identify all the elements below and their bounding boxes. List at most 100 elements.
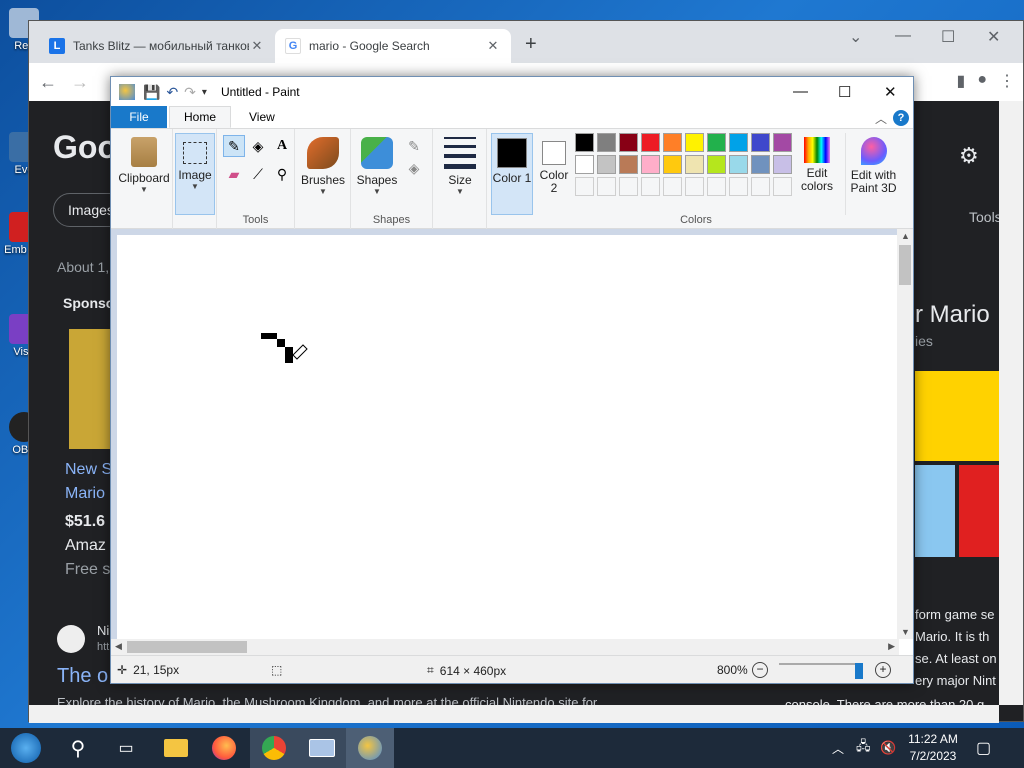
palette-swatch[interactable] <box>707 155 726 174</box>
custom-color-slot[interactable] <box>729 177 748 196</box>
chrome-vertical-scrollbar[interactable] <box>999 101 1023 705</box>
start-button[interactable] <box>2 728 50 768</box>
palette-swatch[interactable] <box>685 155 704 174</box>
scroll-down-icon[interactable]: ▼ <box>901 627 910 637</box>
network-icon[interactable]: 🖧 <box>856 728 871 768</box>
shapes-button[interactable]: Shapes ▼ <box>353 133 401 215</box>
scroll-thumb[interactable] <box>899 245 911 285</box>
back-arrow-icon[interactable]: ← <box>39 72 57 93</box>
mario-game-image[interactable] <box>915 465 955 557</box>
zoom-in-icon[interactable]: + <box>875 662 891 678</box>
paint-taskbar-button[interactable] <box>346 728 394 768</box>
magnifier-icon[interactable]: ⚲ <box>271 163 293 185</box>
chrome-horizontal-scrollbar[interactable] <box>29 705 999 723</box>
palette-swatch[interactable] <box>663 155 682 174</box>
tab-view[interactable]: View <box>235 106 289 128</box>
custom-color-slot[interactable] <box>685 177 704 196</box>
clipboard-button[interactable]: Clipboard ▼ <box>117 133 171 215</box>
show-hidden-icons[interactable]: ︿ <box>832 728 844 768</box>
product-image[interactable] <box>69 329 111 449</box>
clock[interactable]: 11:22 AM 7/2/2023 <box>900 731 966 765</box>
product-title[interactable]: New S <box>65 461 112 479</box>
maximize-icon[interactable]: ☐ <box>838 83 851 101</box>
chrome-tab-google-search[interactable]: G mario - Google Search ✕ <box>275 29 511 63</box>
zoom-slider-track[interactable] <box>779 663 861 665</box>
close-window-icon[interactable]: ✕ <box>884 83 897 101</box>
drawing-canvas[interactable] <box>117 235 899 639</box>
tab-search-icon[interactable]: ⌄ <box>849 27 862 47</box>
minimize-icon[interactable]: — <box>793 83 808 100</box>
keyboard-app-button[interactable] <box>298 728 346 768</box>
edit-colors-button[interactable]: Edit colors <box>795 133 839 215</box>
custom-color-slot[interactable] <box>597 177 616 196</box>
brushes-button[interactable]: Brushes ▼ <box>297 133 349 215</box>
forward-arrow-icon[interactable]: → <box>71 72 89 93</box>
palette-swatch[interactable] <box>641 155 660 174</box>
tab-home[interactable]: Home <box>169 106 232 128</box>
mario-logo-image[interactable] <box>915 371 999 461</box>
maximize-icon[interactable]: ☐ <box>941 27 955 47</box>
scroll-up-icon[interactable]: ▲ <box>901 231 910 241</box>
menu-dots-icon[interactable]: ⋮ <box>999 71 1015 91</box>
mario-face-image[interactable] <box>959 465 999 557</box>
redo-icon[interactable]: ↷ <box>184 84 196 101</box>
palette-swatch[interactable] <box>575 133 594 152</box>
fill-icon[interactable]: ◈ <box>403 157 425 179</box>
firefox-button[interactable] <box>200 728 248 768</box>
file-explorer-button[interactable] <box>152 728 200 768</box>
close-window-icon[interactable]: ✕ <box>987 27 1000 47</box>
settings-gear-icon[interactable]: ⚙ <box>959 143 979 169</box>
custom-color-slot[interactable] <box>773 177 792 196</box>
palette-swatch[interactable] <box>575 155 594 174</box>
tab-file[interactable]: File <box>111 106 167 128</box>
color1-button[interactable]: Color 1 <box>491 133 533 215</box>
undo-icon[interactable]: ↶ <box>166 84 178 101</box>
help-icon[interactable]: ? <box>893 110 909 126</box>
palette-swatch[interactable] <box>619 155 638 174</box>
result-title[interactable]: The o <box>57 665 108 688</box>
palette-swatch[interactable] <box>707 133 726 152</box>
chrome-tab-tanks-blitz[interactable]: L Tanks Blitz — мобильный танков ✕ <box>39 29 275 63</box>
custom-color-slot[interactable] <box>641 177 660 196</box>
canvas-horizontal-scrollbar[interactable]: ◀ ▶ <box>111 639 899 655</box>
custom-color-slot[interactable] <box>619 177 638 196</box>
palette-swatch[interactable] <box>663 133 682 152</box>
product-title-2[interactable]: Mario <box>65 485 105 503</box>
tools-button[interactable]: Tools <box>969 209 1002 225</box>
edit-paint3d-button[interactable]: Edit with Paint 3D <box>845 133 901 215</box>
palette-swatch[interactable] <box>597 155 616 174</box>
outline-icon[interactable]: ✎ <box>403 135 425 157</box>
palette-swatch[interactable] <box>597 133 616 152</box>
canvas-vertical-scrollbar[interactable]: ▲ ▼ <box>897 229 913 639</box>
palette-swatch[interactable] <box>751 155 770 174</box>
palette-swatch[interactable] <box>729 155 748 174</box>
custom-color-slot[interactable] <box>707 177 726 196</box>
size-button[interactable]: Size ▼ <box>435 133 485 215</box>
side-panel-icon[interactable]: ▮ <box>957 71 966 91</box>
zoom-out-icon[interactable]: − <box>752 662 768 678</box>
google-logo[interactable]: Goo <box>53 129 117 166</box>
custom-color-slot[interactable] <box>751 177 770 196</box>
pencil-icon[interactable]: ✎ <box>223 135 245 157</box>
palette-swatch[interactable] <box>729 133 748 152</box>
palette-swatch[interactable] <box>641 133 660 152</box>
custom-color-slot[interactable] <box>663 177 682 196</box>
custom-color-slot[interactable] <box>575 177 594 196</box>
notifications-icon[interactable]: ▢ <box>976 728 991 768</box>
scroll-left-icon[interactable]: ◀ <box>115 641 122 652</box>
fill-bucket-icon[interactable]: ◈ <box>247 135 269 157</box>
eraser-icon[interactable]: ▰ <box>223 163 245 185</box>
profile-avatar-icon[interactable]: ● <box>977 71 987 91</box>
volume-muted-icon[interactable]: 🔇 <box>880 728 896 768</box>
save-icon[interactable]: 💾 <box>143 84 160 101</box>
palette-swatch[interactable] <box>619 133 638 152</box>
palette-swatch[interactable] <box>751 133 770 152</box>
new-tab-button[interactable]: + <box>525 33 537 56</box>
palette-swatch[interactable] <box>685 133 704 152</box>
palette-swatch[interactable] <box>773 155 792 174</box>
scroll-right-icon[interactable]: ▶ <box>888 641 895 652</box>
close-tab-icon[interactable]: ✕ <box>249 38 265 54</box>
chrome-taskbar-button[interactable] <box>250 728 298 768</box>
close-tab-icon[interactable]: ✕ <box>485 38 501 54</box>
text-tool-icon[interactable]: A <box>271 135 293 157</box>
